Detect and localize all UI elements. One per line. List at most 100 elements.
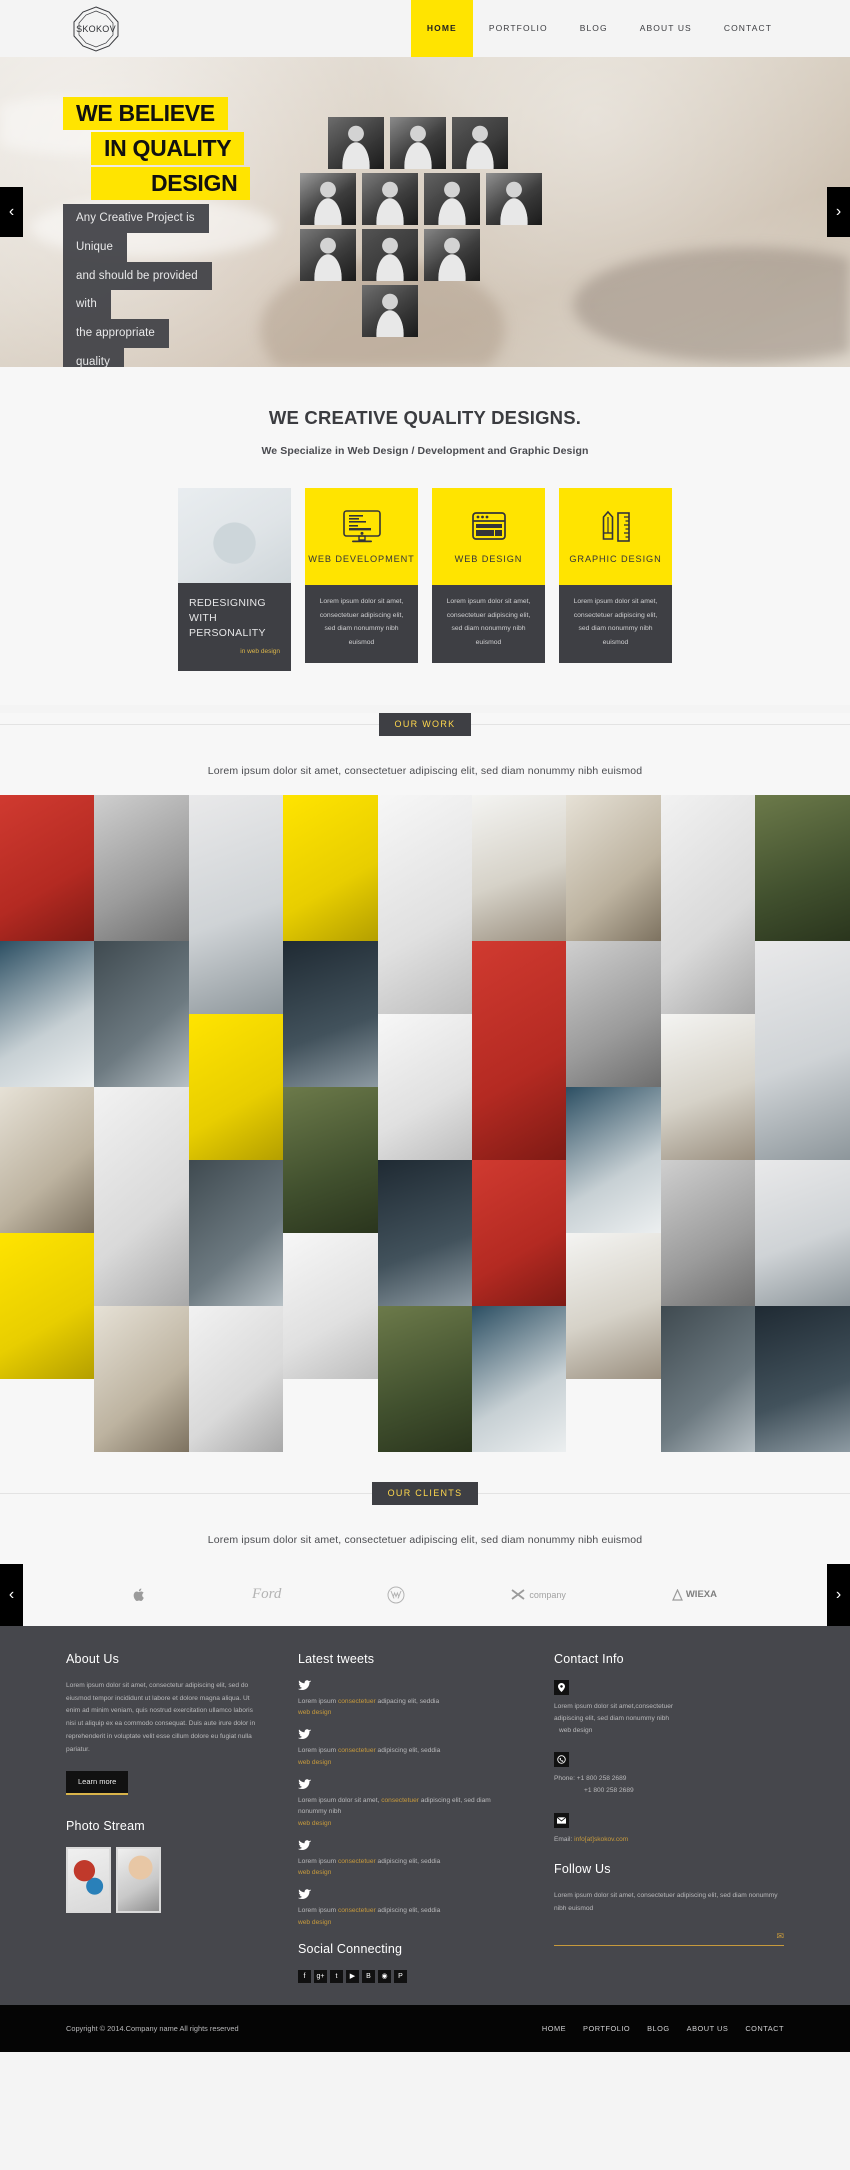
client-logo-volkswagen[interactable]: [387, 1586, 405, 1604]
client-logo-ford[interactable]: Ford: [252, 1586, 281, 1603]
portfolio-item[interactable]: [283, 940, 378, 1087]
portfolio-item[interactable]: [566, 1232, 661, 1379]
subscribe-form[interactable]: ✉: [554, 1931, 784, 1947]
tweet-link[interactable]: consectetuer: [338, 1747, 376, 1754]
portfolio-item[interactable]: [660, 1159, 756, 1306]
tweet-tag[interactable]: web design: [298, 1869, 518, 1876]
portfolio-item[interactable]: [755, 1305, 850, 1452]
portfolio-item[interactable]: [471, 940, 567, 1160]
portfolio-item[interactable]: [377, 1159, 472, 1306]
tweet-link[interactable]: consectetuer: [381, 1797, 419, 1804]
rss-icon[interactable]: ◉: [378, 1969, 391, 1983]
portfolio-item[interactable]: [660, 794, 756, 1014]
youtube-icon[interactable]: ▶: [346, 1969, 359, 1983]
portfolio-item[interactable]: [377, 1305, 472, 1452]
footer-nav-blog[interactable]: BLOG: [647, 2024, 670, 2033]
tweet-tag[interactable]: web design: [298, 1820, 518, 1827]
subscribe-submit-envelope-icon[interactable]: ✉: [776, 1931, 784, 1942]
portfolio-item[interactable]: [566, 794, 661, 941]
footer-nav-home[interactable]: HOME: [542, 2024, 566, 2033]
nav-item-contact[interactable]: CONTACT: [708, 0, 788, 57]
portfolio-item[interactable]: [755, 794, 850, 941]
facebook-icon[interactable]: f: [298, 1969, 311, 1983]
tweet-tag[interactable]: web design: [298, 1759, 518, 1766]
portfolio-item[interactable]: [471, 794, 567, 941]
portfolio-item[interactable]: [755, 940, 850, 1160]
tweet-link[interactable]: consectetuer: [338, 1907, 376, 1914]
portfolio-item[interactable]: [283, 1086, 378, 1233]
portfolio-item[interactable]: [566, 940, 661, 1087]
pinterest-icon[interactable]: P: [394, 1969, 407, 1983]
portfolio-item[interactable]: [94, 794, 189, 941]
divider-line-left: [0, 723, 379, 725]
client-logo-x-company[interactable]: company: [511, 1588, 566, 1601]
tweet-link[interactable]: consectetuer: [338, 1698, 376, 1705]
portfolio-item[interactable]: [660, 1305, 756, 1452]
service-card-graphic-design[interactable]: GRAPHIC DESIGN Lorem ipsum dolor sit ame…: [559, 488, 672, 671]
service-card-web-design[interactable]: WEB DESIGN Lorem ipsum dolor sit amet, c…: [432, 488, 545, 671]
service-card-web-development[interactable]: WEB DEVELOPMENT Lorem ipsum dolor sit am…: [305, 488, 418, 671]
clients-badge: OUR CLIENTS: [371, 1481, 479, 1505]
photo-stream-item[interactable]: [116, 1846, 161, 1913]
portfolio-item[interactable]: [471, 1159, 567, 1306]
feature-card-title-1: REDESIGNING: [189, 597, 266, 609]
apple-logo-icon: [133, 1588, 144, 1601]
service-card-label: WEB DEVELOPMENT: [308, 554, 415, 564]
footer-nav-portfolio[interactable]: PORTFOLIO: [583, 2024, 630, 2033]
contact-email-value[interactable]: info[at]skokov.com: [574, 1836, 628, 1843]
nav-item-portfolio[interactable]: PORTFOLIO: [473, 0, 564, 57]
contact-email: Email: info[at]skokov.com: [554, 1812, 784, 1846]
portfolio-item[interactable]: [755, 1159, 850, 1306]
copyright-text: Copyright © 2014.Company name All rights…: [66, 2023, 239, 2033]
portfolio-item[interactable]: [377, 1013, 472, 1160]
clients-next-arrow[interactable]: ›: [827, 1563, 850, 1626]
nav-item-about-us[interactable]: ABOUT US: [624, 0, 708, 57]
portfolio-item[interactable]: [566, 1086, 661, 1233]
portfolio-item[interactable]: [188, 1159, 284, 1306]
logo[interactable]: SKOKOV: [66, 5, 126, 53]
portfolio-item[interactable]: [94, 1086, 189, 1306]
photo-stream-item[interactable]: [66, 1846, 111, 1913]
contact-email-line: Email: info[at]skokov.com: [554, 1834, 784, 1846]
hero-next-arrow[interactable]: ›: [827, 187, 850, 237]
portfolio-item[interactable]: [660, 1013, 756, 1160]
subscribe-input[interactable]: [554, 1933, 777, 1941]
feature-card[interactable]: REDESIGNING WITH PERSONALITY in web desi…: [178, 488, 291, 671]
portfolio-item[interactable]: [94, 940, 189, 1087]
nav-item-blog[interactable]: BLOG: [564, 0, 624, 57]
portfolio-item[interactable]: [0, 794, 95, 941]
bottom-bar: Copyright © 2014.Company name All rights…: [0, 2004, 850, 2052]
learn-more-button[interactable]: Learn more: [66, 1770, 129, 1795]
tweet-tag[interactable]: web design: [298, 1919, 518, 1926]
footer-nav-about-us[interactable]: ABOUT US: [687, 2024, 729, 2033]
portfolio-item[interactable]: [188, 1305, 284, 1452]
portfolio-item[interactable]: [94, 1305, 189, 1452]
portfolio-item[interactable]: [0, 1232, 95, 1379]
google-plus-icon[interactable]: g+: [314, 1969, 327, 1983]
tweet-tag[interactable]: web design: [298, 1709, 518, 1716]
nav-item-home[interactable]: HOME: [410, 0, 473, 57]
client-logo-wiexa[interactable]: WIEXA: [671, 1588, 717, 1601]
portfolio-item[interactable]: [0, 1086, 95, 1233]
main-nav: HOME PORTFOLIO BLOG ABOUT US CONTACT: [410, 0, 788, 57]
tweet-post: adipiscing elit, seddia: [375, 1907, 441, 1915]
clients-prev-arrow[interactable]: ‹: [0, 1563, 23, 1626]
client-logo-apple[interactable]: [133, 1587, 146, 1603]
portfolio-item[interactable]: [471, 1305, 567, 1452]
portfolio-item[interactable]: [377, 794, 472, 1014]
contact-address-line2: adipiscing elit, sed diam nonummy nibh: [554, 1714, 670, 1722]
portfolio-item[interactable]: [283, 794, 378, 941]
hero-prev-arrow[interactable]: ‹: [0, 187, 23, 237]
footer-nav-contact[interactable]: CONTACT: [745, 2024, 784, 2033]
contact-heading: Contact Info: [554, 1651, 624, 1666]
portfolio-item[interactable]: [283, 1232, 378, 1379]
social-links: f g+ t ▶ B ◉ P: [298, 1969, 518, 1983]
tweet-post: adipacing elit, seddia: [375, 1697, 440, 1705]
portfolio-item[interactable]: [188, 794, 284, 1014]
portfolio-item[interactable]: [0, 940, 95, 1087]
blogger-icon[interactable]: B: [362, 1969, 375, 1983]
divider-line-right: [471, 723, 850, 725]
tumblr-icon[interactable]: t: [330, 1969, 343, 1983]
portfolio-item[interactable]: [188, 1013, 284, 1160]
tweet-link[interactable]: consectetuer: [338, 1858, 376, 1865]
